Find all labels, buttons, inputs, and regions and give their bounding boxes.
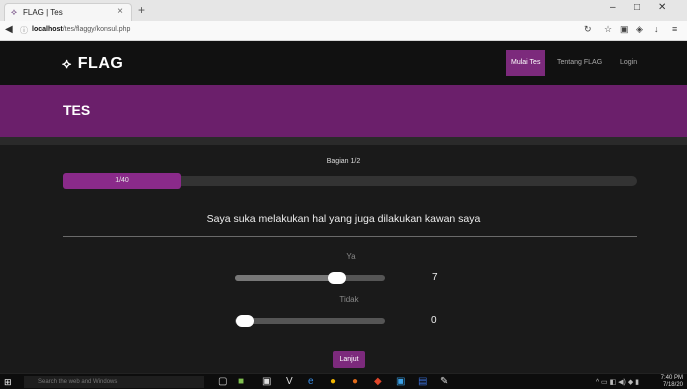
reader-icon[interactable]: ▣: [620, 24, 629, 35]
app-orange-icon[interactable]: ◆: [374, 376, 382, 387]
reload-icon[interactable]: ↻: [584, 24, 592, 35]
tray-clock[interactable]: 7:40 PM 7/18/20: [661, 375, 683, 389]
taskbar-search-input[interactable]: Search the web and Windows: [24, 376, 204, 388]
maximize-icon[interactable]: □: [634, 2, 640, 13]
minimize-icon[interactable]: –: [610, 2, 616, 13]
slider-ya-thumb[interactable]: [328, 272, 346, 284]
photoshop-icon[interactable]: ▣: [396, 376, 405, 387]
value-tidak: 0: [431, 315, 437, 326]
windows-start-icon[interactable]: ⊞: [4, 377, 12, 388]
page-title: TES: [63, 102, 91, 118]
taskbar: ⊞ Search the web and Windows ▢ ■ ▣ V e ●…: [0, 373, 687, 389]
nav-login[interactable]: Login: [615, 50, 642, 76]
close-window-icon[interactable]: ✕: [658, 2, 666, 13]
tab-title: FLAG | Tes: [23, 8, 63, 17]
pocket-icon[interactable]: ◈: [636, 24, 643, 35]
section-label: Bagian 1/2: [326, 158, 361, 165]
back-arrow-icon[interactable]: ◀: [5, 24, 13, 35]
url-host: localhost: [32, 26, 63, 33]
browser-tab[interactable]: ⟡ FLAG | Tes ×: [4, 3, 132, 21]
brand[interactable]: ⟡ FLAG: [62, 55, 123, 73]
url-bar[interactable]: localhost/tes/flaggy/konsul.php: [32, 26, 130, 33]
favicon-icon: ⟡: [11, 7, 17, 17]
brand-name: FLAG: [77, 55, 124, 72]
chrome-icon[interactable]: ●: [330, 376, 336, 387]
flag-logo-icon: ⟡: [62, 55, 72, 71]
new-tab-button[interactable]: +: [138, 3, 145, 17]
divider: [63, 236, 637, 237]
download-icon[interactable]: ↓: [654, 24, 659, 34]
progress-text: 1/40: [115, 177, 129, 184]
firefox-icon[interactable]: ●: [352, 376, 358, 387]
lanjut-button[interactable]: Lanjut: [333, 351, 365, 368]
browser-nav-bar: ◀ ⓘ localhost/tes/flaggy/konsul.php ↻ ☆ …: [0, 21, 687, 41]
slider-tidak-track[interactable]: [235, 318, 385, 324]
info-icon[interactable]: ⓘ: [20, 25, 28, 36]
nav-tentang-flag[interactable]: Tentang FLAG: [552, 50, 607, 76]
slider-ya-fill: [235, 275, 340, 281]
page-banner: TES: [0, 85, 687, 137]
url-path: /tes/flaggy/konsul.php: [62, 26, 131, 33]
tray-time: 7:40 PM: [660, 375, 683, 381]
menu-icon[interactable]: ≡: [672, 24, 677, 34]
tab-close-icon[interactable]: ×: [117, 6, 123, 17]
task-view-icon[interactable]: ▢: [218, 376, 227, 387]
tray-date: 7/18/20: [662, 382, 683, 388]
bookmark-star-icon[interactable]: ☆: [604, 24, 612, 35]
nav-mulai-tes[interactable]: Mulai Tes: [506, 50, 546, 76]
question-text: Saya suka melakukan hal yang juga dilaku…: [206, 213, 481, 225]
vim-icon[interactable]: V: [286, 376, 293, 387]
slider-tidak-thumb[interactable]: [236, 315, 254, 327]
word-icon[interactable]: ▤: [418, 376, 427, 387]
app-green-icon[interactable]: ■: [238, 376, 244, 387]
value-ya: 7: [432, 272, 438, 283]
store-icon[interactable]: ▣: [262, 376, 271, 387]
option-label-ya: Ya: [346, 252, 356, 261]
site-header: ⟡ FLAG Mulai Tes Tentang FLAG Login: [0, 41, 687, 85]
browser-tab-bar: ⟡ FLAG | Tes × + – □ ✕: [0, 0, 687, 21]
tool-icon[interactable]: ✎: [440, 376, 448, 387]
tray-icons[interactable]: ^ ▭ ◧ ◀) ◆ ▮: [596, 378, 639, 386]
edge-icon[interactable]: e: [308, 376, 314, 387]
option-label-tidak: Tidak: [339, 295, 359, 304]
banner-divider: [0, 137, 687, 145]
